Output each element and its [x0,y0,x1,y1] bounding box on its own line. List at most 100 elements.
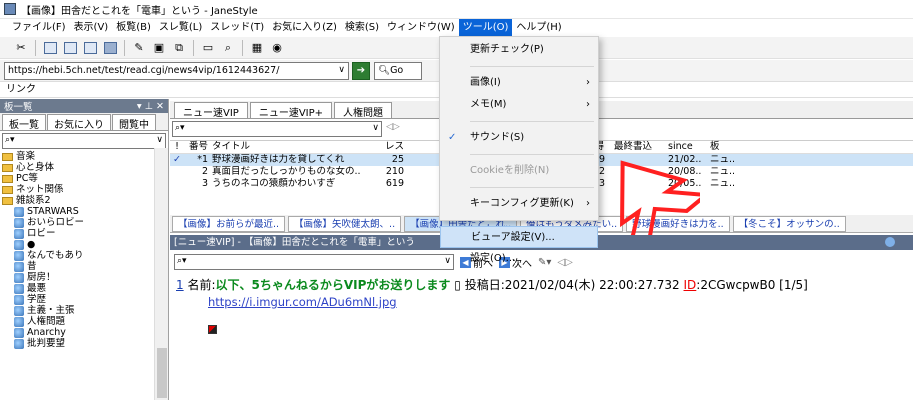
menu-item-0[interactable]: ファイル(F) [8,19,70,36]
pin-icon[interactable]: ▾ ⊥ [137,101,153,112]
scrollbar-thumb[interactable] [157,348,167,398]
tools-menu-item-11[interactable]: ビューア設定(V)... [440,226,598,248]
tools-menu-item-2[interactable]: 画像(I) › [440,72,598,94]
menu-item-5[interactable]: お気に入り(Z) [268,19,341,36]
menu-item-4[interactable]: スレッド(T) [206,19,268,36]
menu-item-7[interactable]: ウィンドウ(W) [383,19,459,36]
address-input[interactable]: https://hebi.5ch.net/test/read.cgi/news4… [4,61,349,80]
image-icon[interactable]: ▦ [248,39,266,57]
thread-search-input[interactable]: ⌕▾ ∨ [172,121,382,137]
help-icon[interactable]: ◉ [268,39,286,57]
board-list-header: 板一覧 ▾ ⊥ ✕ [0,99,168,113]
menu-separator [470,220,594,221]
tree-item[interactable]: 昔 [2,261,168,272]
tree-item[interactable]: 雑談系2 [2,195,168,206]
table-cell: ニュ.. [710,154,736,165]
tree-item[interactable]: Anarchy [2,327,168,338]
post: 1 名前:以下、5ちゃんねるからVIPがお送りします ▯ 投稿日:2021/02… [176,276,913,334]
tools-menu-item-3[interactable]: メモ(M) › [440,94,598,116]
tree-item-label: PC等 [16,173,38,184]
chevron-right-icon: › [586,99,590,110]
toolbar-separator [242,39,243,56]
pane-layout-1-icon[interactable] [41,39,59,57]
tree-item-label: 昔 [27,261,37,272]
chevron-down-icon[interactable]: ∨ [372,123,379,133]
tree-item[interactable]: 人権問題 [2,316,168,327]
tree-item[interactable]: なんでもあり [2,250,168,261]
board-tab-2[interactable]: 人権問題 [334,102,393,119]
save-icon[interactable]: ▣ [150,39,168,57]
column-header[interactable]: 板 [710,141,750,153]
app-icon [4,3,16,15]
tree-item[interactable]: ロビー [2,228,168,239]
menu-separator [470,121,594,122]
tools-menu-item-0[interactable]: 更新チェック(P) [440,39,598,61]
tools-menu-item-label: メモ(M) [470,99,507,110]
post-number[interactable]: 1 [176,278,184,292]
table-cell: ニュ.. [710,178,736,189]
menu-item-3[interactable]: スレ覧(L) [155,19,206,36]
board-search-input[interactable]: ⌕▾ ∨ [2,133,166,149]
menu-item-6[interactable]: 検索(S) [341,19,383,36]
link-bar-label: リンク [6,84,36,95]
tools-menu-item-12[interactable]: 設定(O)... [440,248,598,270]
tree-item[interactable]: 主義・主張 [2,305,168,316]
pane-layout-3-icon[interactable] [81,39,99,57]
tree-item[interactable]: 心と身体 [2,162,168,173]
tree-item-label: STARWARS [27,206,79,217]
tools-menu-item-5[interactable]: サウンド(S) ✓ [440,127,598,149]
table-cell: 619 [385,178,404,189]
table-cell: 野球漫画好きは力を貸してくれ [212,154,345,165]
thread-tab-5[interactable]: 【冬こそ】オッサンの.. [732,215,846,232]
chevron-down-icon[interactable]: ∨ [338,65,345,75]
pane-layout-2-icon[interactable] [61,39,79,57]
board-list-pane: 板一覧 ▾ ⊥ ✕ 板一覧 お気に入り 閲覧中 ⌕▾ ∨ 音楽 心と身体 PC等 ネット関… [0,99,169,400]
tree-item[interactable]: 厨房！ [2,272,168,283]
tree-item[interactable]: おいらロビー [2,217,168,228]
copy-icon[interactable]: ⧉ [170,39,188,57]
tab-2[interactable]: 閲覧中 [112,114,156,131]
close-icon[interactable]: ✕ [156,101,164,112]
tab-0[interactable]: 板一覧 [2,114,46,131]
image-thumbnail-icon[interactable] [208,325,217,334]
column-header[interactable]: 番号 [184,141,212,153]
tree-item[interactable]: ネット関係 [2,184,168,195]
column-header[interactable]: レス [380,141,404,153]
board-list-tabs: 板一覧 お気に入り 閲覧中 [0,113,168,131]
post-image-link[interactable]: https://i.imgur.com/ADu6mNl.jpg [208,295,913,309]
tree-item[interactable]: 最悪 [2,283,168,294]
refresh-icon[interactable]: ✂ [12,39,30,57]
tree-item[interactable]: 批判要望 [2,338,168,349]
chevron-down-icon[interactable]: ∨ [156,135,163,145]
edit-icon[interactable]: ✎ [130,39,148,57]
thread-tab-1[interactable]: 【画像】矢吹健太朗、.. [288,215,402,232]
post-id-link[interactable]: ID [684,278,697,292]
tree-item[interactable]: ● [2,239,168,250]
menu-item-9[interactable]: ヘルプ(H) [512,19,565,36]
post-date: 投稿日:2021/02/04(木) 22:00:27.732 [464,278,680,292]
thread-view-search-input[interactable]: ⌕▾ ∨ [174,254,454,270]
tree-item[interactable]: 学歴 [2,294,168,305]
board-list-scrollbar[interactable] [154,148,168,400]
tree-item[interactable]: 音楽 [2,151,168,162]
tree-item[interactable]: PC等 [2,173,168,184]
go-button[interactable]: ➔ [352,61,370,80]
menu-item-1[interactable]: 表示(V) [70,19,113,36]
board-tab-0[interactable]: ニュー速VIP [174,102,248,119]
board-icon [14,305,24,316]
tab-1[interactable]: お気に入り [47,114,111,131]
pane-layout-4-icon[interactable] [101,39,119,57]
tools-menu-item-9[interactable]: キーコンフィグ更新(K) › [440,193,598,215]
pager-icon[interactable]: ◁▷ [386,122,400,132]
toolbar-separator [124,39,125,56]
search-icon[interactable]: ⌕ [219,39,237,57]
menu-item-8[interactable]: ツール(O) [458,19,513,36]
search-input[interactable]: 🔍︎Go [374,61,422,80]
column-header[interactable]: タイトル [212,141,380,153]
tree-item[interactable]: STARWARS [2,206,168,217]
menu-item-2[interactable]: 板覧(B) [112,19,155,36]
thread-tab-0[interactable]: 【画像】お前らが最近.. [172,215,286,232]
column-header[interactable]: ! [170,141,184,153]
board-tab-1[interactable]: ニュー速VIP+ [249,102,333,119]
post-icon[interactable]: ▭ [199,39,217,57]
